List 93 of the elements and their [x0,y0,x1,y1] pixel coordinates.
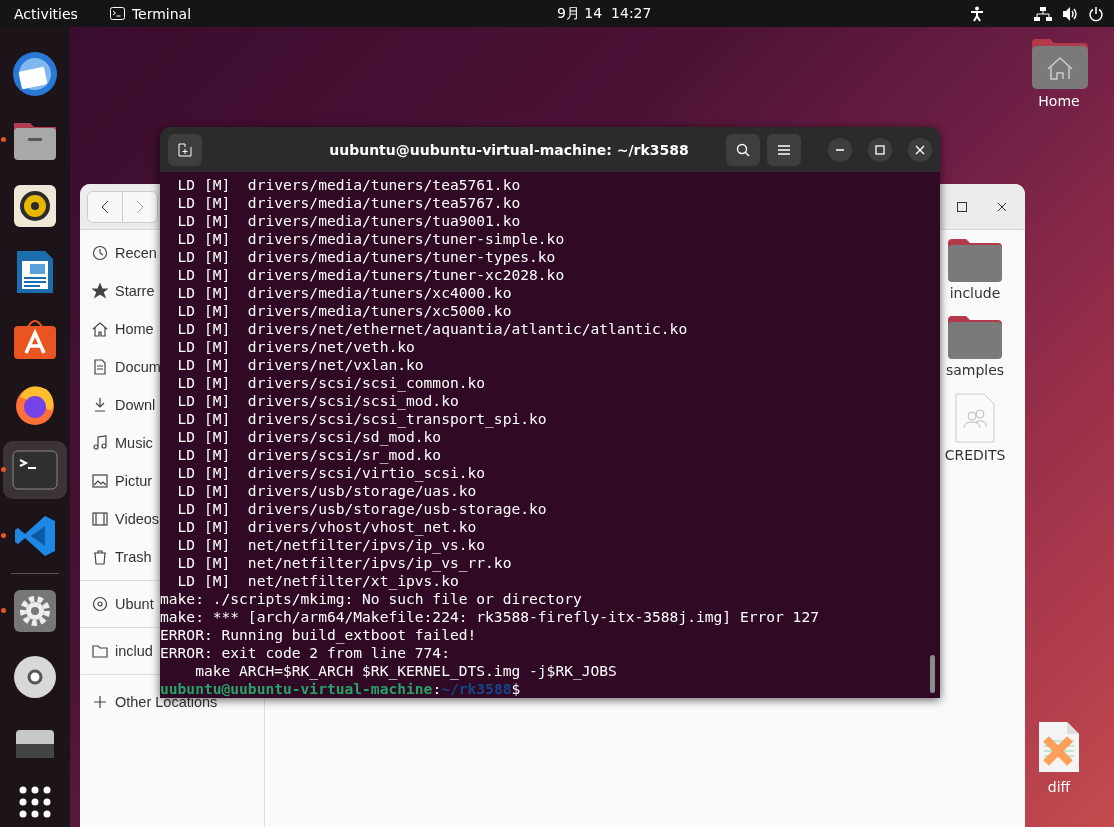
sidebar-item[interactable]: Music [80,424,153,462]
search-icon [736,142,750,157]
plus-icon [92,694,108,710]
sidebar-item[interactable]: Downl [80,386,156,424]
menu-icon [777,143,791,156]
file-label[interactable]: samples [945,362,1005,378]
sidebar-item[interactable]: includ [80,632,153,670]
music-icon [92,435,108,451]
running-indicator [1,467,6,472]
terminal-output-line: LD [M] drivers/scsi/scsi_transport_spi.ko [176,410,547,428]
terminal-output-line: LD [M] net/netfilter/ipvs/ip_vs.ko [176,536,486,554]
file-label[interactable]: CREDITS [944,447,1006,463]
terminal-output-line: LD [M] drivers/media/tuners/tuner-xc2028.ko [176,266,565,284]
maximize-icon [875,144,885,155]
maximize-button[interactable] [868,137,892,162]
download-icon [92,397,108,413]
maximize-icon[interactable] [957,201,967,212]
running-indicator [1,533,6,538]
folder-icon [92,643,108,659]
terminal-output-line: LD [M] drivers/scsi/virtio_scsi.ko [176,464,486,482]
desktop-icon-label[interactable]: diff [1047,779,1071,795]
sidebar-item[interactable]: Starre [80,272,155,310]
close-button[interactable] [908,137,932,162]
sidebar-item[interactable]: Videos [80,500,160,538]
film-icon [92,511,108,527]
home-icon [92,321,108,337]
terminal-output-line: LD [M] drivers/media/tuners/tua9001.ko [176,212,521,230]
terminal-output-line: ERROR: exit code 2 from line 774: [160,644,450,662]
image-icon [92,473,108,489]
menu-button[interactable] [767,133,801,166]
accessibility-icon[interactable] [970,5,984,22]
terminal-icon[interactable] [3,441,67,499]
terminal-output-line: LD [M] drivers/usb/storage/usb-storage.ko [176,500,547,518]
search-button[interactable] [726,133,760,166]
running-indicator [1,608,6,613]
terminal-output-line: make: ./scripts/mkimg: No such file or directory [160,590,582,608]
sidebar-item[interactable]: Home [80,310,154,348]
minimize-icon [835,148,845,151]
folder-icon[interactable] [947,238,1003,282]
minimize-button[interactable] [828,137,852,162]
sidebar-item[interactable]: Pictur [80,462,153,500]
chevron-right-icon [136,199,144,214]
new-tab-icon [178,142,192,157]
terminal-output-line: LD [M] drivers/scsi/scsi_common.ko [176,374,486,392]
volume-icon[interactable] [1062,5,1078,22]
power-icon[interactable] [1088,5,1104,22]
desktop-icon-label[interactable]: Home [1038,93,1080,109]
app-menu[interactable]: Terminal [109,5,192,22]
disc-icon [92,596,108,612]
patch-file-icon[interactable] [1036,719,1082,775]
close-icon [915,144,925,155]
terminal-output-line: ERROR: Running build_extboot failed! [160,626,477,644]
new-tab-button[interactable] [168,133,202,166]
terminal-output-line: make: *** [arch/arm64/Makefile:224: rk3588-firefly-itx-3588j.img] Error 127 [160,608,819,626]
file-label[interactable]: include [949,285,1001,301]
document-icon [92,359,108,375]
terminal-output-line: LD [M] drivers/media/tuners/tuner-types.ko [176,248,556,266]
activities-button[interactable]: Activities [14,5,78,22]
terminal-output-line: LD [M] drivers/media/tuners/tuner-simple.ko [176,230,565,248]
terminal-output-line: LD [M] drivers/net/veth.ko [176,338,415,356]
terminal-output-line: LD [M] drivers/scsi/scsi_mod.ko [176,392,459,410]
sidebar-item[interactable]: Trash [80,538,152,576]
terminal-output-line: LD [M] drivers/media/tuners/tea5767.ko [176,194,521,212]
sidebar-item[interactable]: Recen [80,234,157,272]
network-icon[interactable] [1034,5,1052,22]
folder-icon[interactable] [947,315,1003,359]
shell-prompt: uubuntu@uubuntu-virtual-machine:~/rk3588$ [160,680,521,697]
terminal-output-line: LD [M] drivers/scsi/sr_mod.ko [176,446,442,464]
terminal-output-line: LD [M] net/netfilter/xt_ipvs.ko [176,572,459,590]
terminal-output-line: LD [M] net/netfilter/ipvs/ip_vs_rr.ko [176,554,512,572]
home-folder-icon[interactable] [1030,37,1088,89]
running-indicator [1,137,6,142]
trash-icon [92,549,108,565]
terminal-output-line: LD [M] drivers/media/tuners/xc5000.ko [176,302,512,320]
terminal-output-line: LD [M] drivers/media/tuners/tea5761.ko [176,176,521,194]
terminal-output-line: LD [M] drivers/vhost/vhost_net.ko [176,518,477,536]
terminal-icon [109,7,125,20]
scrollbar[interactable] [930,655,935,693]
window-title: uubuntu@uubuntu-virtual-machine: ~/rk3588 [328,141,690,158]
terminal-output-line: make ARCH=$RK_ARCH $RK_KERNEL_DTS.img -j$RK_JOBS [194,662,617,680]
terminal-output-line: LD [M] drivers/scsi/sd_mod.ko [176,428,442,446]
terminal-output-line: LD [M] drivers/net/ethernet/aquantia/atlantic/atlantic.ko [176,320,688,338]
chevron-left-icon [101,199,109,214]
star-icon [92,283,108,299]
terminal-output-line: LD [M] drivers/net/vxlan.ko [176,356,424,374]
app-grid-icon[interactable] [19,786,51,818]
terminal-output-line: LD [M] drivers/media/tuners/xc4000.ko [176,284,512,302]
terminal-output-line: LD [M] drivers/usb/storage/uas.ko [176,482,477,500]
clock[interactable]: 9月 14 14:27 [557,4,652,23]
clock-icon [92,245,108,261]
close-icon[interactable] [997,201,1007,212]
sidebar-item[interactable]: Docum [80,348,161,386]
sidebar-item[interactable]: Ubunt [80,585,154,623]
